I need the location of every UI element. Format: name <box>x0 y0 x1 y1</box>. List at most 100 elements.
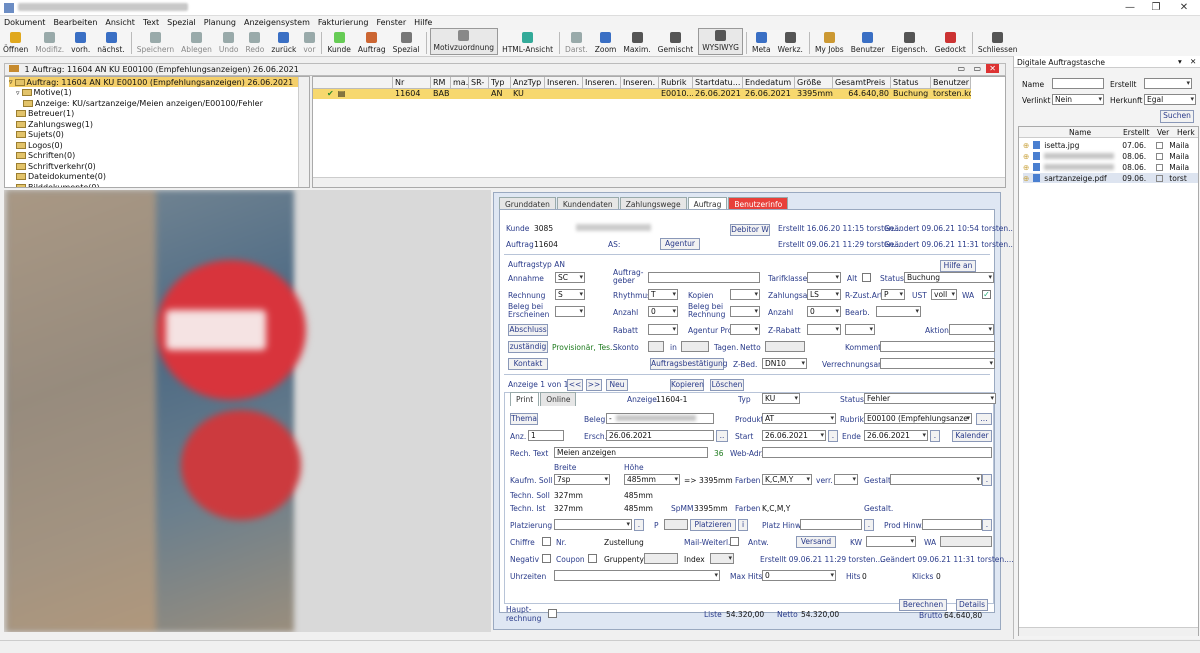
werkz--button[interactable]: Werkz. <box>775 29 807 56</box>
rzust-select[interactable]: P <box>881 289 905 300</box>
file-link-checkbox[interactable] <box>1156 152 1164 160</box>
tree-item[interactable]: Bilddokumente(0) <box>16 182 100 187</box>
meta-button[interactable]: Meta <box>749 29 775 56</box>
zrabatt2-select[interactable] <box>845 324 875 335</box>
produkt-select[interactable]: AT <box>762 413 836 424</box>
anz-field[interactable]: 1 <box>528 430 564 441</box>
window-close-icon[interactable]: ✕ <box>986 64 999 73</box>
kaufm-breite-select[interactable]: 7sp <box>554 474 610 485</box>
column-header[interactable]: Benutzer <box>931 77 971 88</box>
wa2-field[interactable] <box>940 536 992 547</box>
negativ-checkbox[interactable] <box>542 554 551 563</box>
column-header[interactable]: Inseren. <box>583 77 621 88</box>
ust-select[interactable]: voll <box>931 289 957 300</box>
column-header[interactable] <box>313 77 393 88</box>
zustaendig-button[interactable]: zuständig <box>508 341 548 353</box>
beleg-erscheinen-select[interactable] <box>555 306 585 317</box>
minimize-icon[interactable]: — <box>1120 2 1140 14</box>
vorh--button[interactable]: vorh. <box>68 29 94 56</box>
ende-more-button[interactable]: . <box>930 430 940 442</box>
file-column-header[interactable]: Ver <box>1157 128 1169 137</box>
tarifklasse-select[interactable] <box>807 272 841 283</box>
start-date-field[interactable]: 26.06.2021 <box>762 430 826 441</box>
kommentar-field[interactable] <box>880 341 995 352</box>
kalender-button[interactable]: Kalender <box>952 430 992 442</box>
wysiwyg-button[interactable]: WYSIWYG <box>698 28 743 55</box>
name-field[interactable] <box>1052 78 1104 89</box>
versand-button[interactable]: Versand <box>796 536 836 548</box>
column-header[interactable]: Rubrik <box>659 77 693 88</box>
kontakt-button[interactable]: Kontakt <box>508 358 548 370</box>
anzahl-stepper[interactable]: 0 <box>648 306 678 317</box>
file-column-header[interactable]: Name <box>1069 128 1091 137</box>
file-list-item[interactable]: ⊕ 08.06. Maila <box>1023 162 1198 172</box>
file-hscrollbar[interactable] <box>1019 627 1198 636</box>
annahme-select[interactable]: SC <box>555 272 585 283</box>
prod-hinw-more-button[interactable]: . <box>982 519 992 531</box>
subtab-print[interactable]: Print <box>510 392 540 406</box>
verr-select[interactable] <box>834 474 858 485</box>
platzieren-button[interactable]: Platzieren <box>690 519 736 531</box>
column-header[interactable]: AnzTyp <box>511 77 545 88</box>
netto-field[interactable] <box>765 341 805 352</box>
vor-button[interactable]: vor <box>300 29 319 56</box>
tree-item[interactable]: Schriftverkehr(0) <box>16 161 96 171</box>
bearb-select[interactable] <box>876 306 921 317</box>
aktion-select[interactable] <box>949 324 994 335</box>
debitor-button[interactable]: Debitor W <box>730 224 770 236</box>
tree-item[interactable]: Dateidokumente(0) <box>16 172 106 182</box>
maxhits-select[interactable]: 0 <box>762 570 836 581</box>
platzierung-select[interactable] <box>554 519 632 530</box>
zahlungsart-select[interactable]: LS <box>807 289 841 300</box>
menu-item-spezial[interactable]: Spezial <box>163 16 200 30</box>
agentur-prov-select[interactable] <box>730 324 760 335</box>
subtab-online[interactable]: Online <box>540 392 577 406</box>
tree-item[interactable]: ▿ Auftrag: 11604 AN KU E00100 (Empfehlung… <box>9 77 299 87</box>
window-min-icon[interactable]: ▭ <box>957 64 965 73</box>
tree-item[interactable]: Betreuer(1) <box>16 109 74 119</box>
column-header[interactable]: Größe <box>795 77 833 88</box>
auftraggeber-field[interactable] <box>648 272 760 283</box>
ad-status-select[interactable]: Fehler <box>864 393 996 404</box>
column-header[interactable]: GesamtPreis <box>833 77 891 88</box>
column-header[interactable]: Status <box>891 77 931 88</box>
tree-item[interactable]: Anzeige: KU/sartzanzeige/Meien anzeigen/… <box>23 98 263 108</box>
column-header[interactable]: Inseren. <box>545 77 583 88</box>
anzahl2-stepper[interactable]: 0 <box>807 306 841 317</box>
file-list-item[interactable]: ⊕ 08.06. Maila <box>1023 151 1198 161</box>
zoom-button[interactable]: Zoom <box>592 29 621 56</box>
column-header[interactable]: Endedatum <box>743 77 795 88</box>
platzierung-more-button[interactable]: . <box>634 519 644 531</box>
column-header[interactable]: ma. <box>451 77 469 88</box>
file-list-item[interactable]: ⊕ sartzanzeige.pdf 09.06. torst <box>1023 173 1198 183</box>
alt-checkbox[interactable] <box>862 273 871 282</box>
status-select[interactable]: Buchung <box>904 272 994 283</box>
tree-item[interactable]: Schriften(0) <box>16 151 75 161</box>
herkunft-select[interactable]: Egal <box>1144 94 1196 105</box>
berechnen-button[interactable]: Berechnen <box>899 599 947 611</box>
modifiz--button[interactable]: Modifiz. <box>32 29 68 56</box>
platz-hinw-field[interactable] <box>800 519 862 530</box>
zurück-button[interactable]: zurück <box>268 29 300 56</box>
rubrik-select[interactable]: E00100 (Empfehlungsanze <box>864 413 972 424</box>
next-ad-button[interactable]: >> <box>586 379 602 391</box>
gestalt-more-button[interactable]: . <box>982 474 992 486</box>
menu-item-fakturierung[interactable]: Fakturierung <box>314 16 373 30</box>
ablegen-button[interactable]: Ablegen <box>178 29 216 56</box>
file-link-checkbox[interactable] <box>1156 163 1164 171</box>
start-more-button[interactable]: . <box>828 430 838 442</box>
tree-item[interactable]: ▿ Motive(1) <box>16 88 72 98</box>
skonto-field[interactable] <box>648 341 664 352</box>
chiffre-checkbox[interactable] <box>542 537 551 546</box>
my-jobs-button[interactable]: My Jobs <box>812 29 848 56</box>
spezial-button[interactable]: Spezial <box>390 29 424 56</box>
info-button[interactable]: i <box>738 519 748 531</box>
close-icon[interactable]: ✕ <box>1174 2 1194 14</box>
coupon-checkbox[interactable] <box>588 554 597 563</box>
table-row[interactable]: ✔ ▤ 11604 BAB AN KU E0010... 26.06.2021 26.06.20… <box>313 89 971 99</box>
verlinkt-select[interactable]: Nein <box>1052 94 1104 105</box>
zbed-select[interactable]: DN10 <box>762 358 807 369</box>
kopien-stepper[interactable] <box>730 289 760 300</box>
menu-item-ansicht[interactable]: Ansicht <box>101 16 139 30</box>
maxim--button[interactable]: Maxim. <box>620 29 654 56</box>
